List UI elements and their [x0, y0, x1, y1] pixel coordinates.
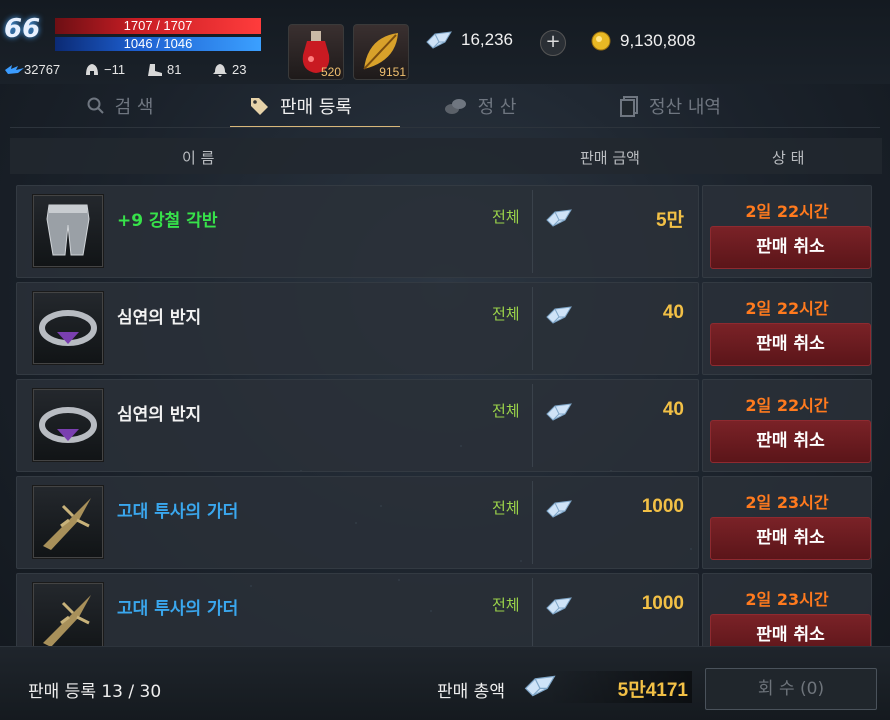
steel-greaves-icon	[32, 194, 104, 268]
hp-bar: 1707 / 1707	[55, 18, 261, 34]
listing-count: 판매 등록 13 / 30	[28, 682, 162, 702]
cancel-sale-button[interactable]: 판매 취소	[710, 420, 871, 463]
diamond-icon	[546, 500, 572, 518]
listing-status: 2일 22시간 판매 취소	[702, 185, 872, 278]
remaining-time: 2일 22시간	[745, 299, 829, 318]
sale-price: 1000	[641, 593, 684, 614]
item-count: 9151	[379, 65, 406, 79]
sale-scope: 전체	[492, 305, 520, 323]
stat-power: 32767	[4, 62, 60, 77]
price-tag-icon	[251, 98, 269, 115]
sale-scope: 전체	[492, 402, 520, 420]
sale-price: 1000	[641, 496, 684, 517]
column-divider	[532, 481, 533, 564]
helmet-icon	[84, 63, 100, 77]
gold-amount: 9,130,808	[620, 31, 696, 50]
item-name: 고대 투사의 가더	[117, 599, 239, 619]
total-sales-label: 판매 총액	[437, 682, 505, 702]
add-diamonds-button[interactable]: +	[540, 30, 566, 56]
cancel-sale-button[interactable]: 판매 취소	[710, 517, 871, 560]
listing-row[interactable]: 심연의 반지 전체 40	[16, 282, 699, 375]
item-name: +9 강철 각반	[117, 211, 218, 231]
diamond-amount: 16,236	[461, 30, 513, 49]
column-divider	[532, 287, 533, 370]
diamond-balance: 16,236	[425, 30, 513, 50]
gold-coin-icon	[591, 31, 611, 51]
abyss-ring-icon	[32, 291, 104, 365]
abyss-ring-icon	[32, 388, 104, 462]
sale-price: 5만	[655, 210, 684, 231]
tab-label: 판매 등록	[280, 97, 352, 118]
tab-label: 검 색	[114, 97, 154, 118]
stat-value: 32767	[24, 62, 61, 77]
tab-label: 정산 내역	[649, 97, 721, 118]
tab-bar: 검 색 판매 등록 정 산 정산 내역	[0, 84, 890, 128]
column-divider	[532, 190, 533, 273]
stat-value: 81	[167, 62, 182, 77]
tab-settlement-history[interactable]: 정산 내역	[570, 84, 770, 128]
cancel-sale-button[interactable]: 판매 취소	[710, 323, 871, 366]
diamond-icon	[524, 675, 556, 697]
diamond-icon	[546, 306, 572, 324]
stat-value: −11	[104, 62, 126, 77]
stat-speed: 81	[147, 62, 181, 77]
tab-search[interactable]: 검 색	[30, 84, 210, 128]
tab-divider	[10, 127, 880, 128]
header-status: 상 태	[772, 149, 805, 167]
tab-sell-register[interactable]: 판매 등록	[210, 84, 400, 128]
search-icon	[87, 97, 104, 114]
tab-label: 정 산	[477, 97, 517, 118]
ancient-dagger-icon	[32, 582, 104, 656]
header-price: 판매 금액	[580, 149, 640, 167]
player-status-bar: 66 1707 / 1707 1046 / 1046 32767 −11 81 …	[0, 0, 890, 84]
item-name: 심연의 반지	[117, 405, 202, 425]
stat-defense: −11	[84, 62, 125, 77]
remaining-time: 2일 22시간	[745, 202, 829, 221]
column-divider	[532, 384, 533, 467]
tab-settlement[interactable]: 정 산	[390, 84, 570, 128]
sale-scope: 전체	[492, 208, 520, 226]
diamond-icon	[426, 31, 452, 49]
listing-row[interactable]: 고대 투사의 가더 전체 1000	[16, 476, 699, 569]
mp-bar: 1046 / 1046	[55, 37, 261, 51]
header-name: 이 름	[182, 149, 215, 167]
item-name: 고대 투사의 가더	[117, 502, 239, 522]
remaining-time: 2일 22시간	[745, 396, 829, 415]
listing-row[interactable]: 심연의 반지 전체 40	[16, 379, 699, 472]
boot-icon	[147, 63, 163, 77]
gold-balance: 9,130,808	[590, 30, 696, 52]
ancient-dagger-icon	[32, 485, 104, 559]
list-header: 이 름 판매 금액 상 태	[10, 138, 882, 174]
listing-row[interactable]: +9 강철 각반 전체 5만	[16, 185, 699, 278]
receipt-icon	[620, 96, 639, 117]
diamond-icon	[546, 403, 572, 421]
sale-scope: 전체	[492, 499, 520, 517]
bell-icon	[212, 63, 228, 77]
item-name: 심연의 반지	[117, 308, 202, 328]
collect-button[interactable]: 회 수 (0)	[705, 668, 877, 710]
listing-status: 2일 22시간 판매 취소	[702, 282, 872, 375]
diamond-icon	[546, 597, 572, 615]
coins-icon	[444, 99, 466, 114]
footer-bar: 판매 등록 13 / 30 판매 총액 5만4171 회 수 (0)	[0, 646, 890, 720]
sale-price: 40	[662, 302, 684, 323]
total-sales-value: 5만4171	[617, 680, 688, 701]
total-sales-box: 5만4171	[548, 671, 692, 703]
diamond-icon	[546, 209, 572, 227]
stat-weight: 23	[212, 62, 246, 77]
quick-slot-leaf[interactable]: 9151	[353, 24, 409, 80]
sale-price: 40	[662, 399, 684, 420]
listing-status: 2일 22시간 판매 취소	[702, 379, 872, 472]
remaining-time: 2일 23시간	[745, 493, 829, 512]
level-badge: 66	[4, 14, 41, 44]
quick-slot-potion[interactable]: 520	[288, 24, 344, 80]
remaining-time: 2일 23시간	[745, 590, 829, 609]
listing-status: 2일 23시간 판매 취소	[702, 476, 872, 569]
cancel-sale-button[interactable]: 판매 취소	[710, 226, 871, 269]
stat-value: 23	[232, 62, 247, 77]
wing-icon	[4, 63, 24, 77]
item-count: 520	[320, 65, 341, 79]
sale-scope: 전체	[492, 596, 520, 614]
